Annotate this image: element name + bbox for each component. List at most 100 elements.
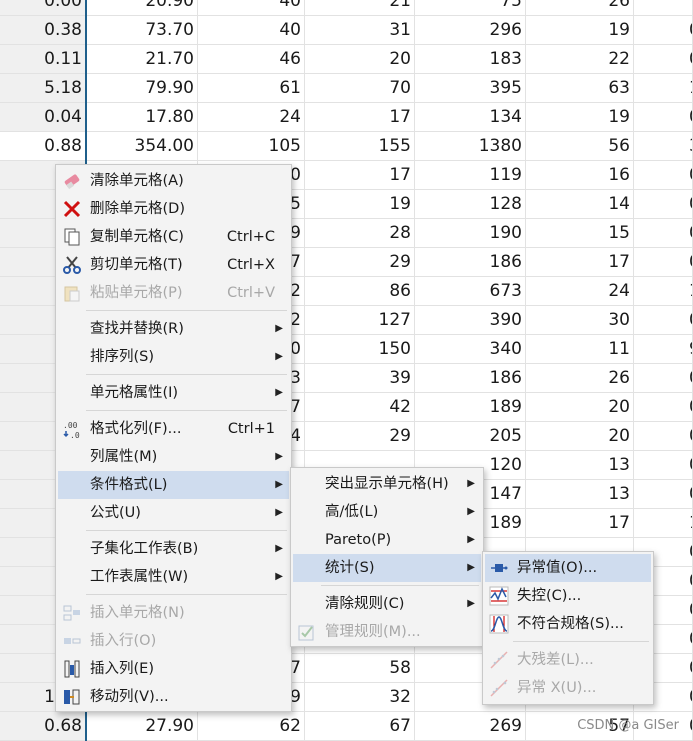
table-cell[interactable]: 119	[415, 161, 526, 190]
table-cell[interactable]: 26	[526, 0, 634, 16]
table-cell[interactable]: 75	[415, 0, 526, 16]
table-cell[interactable]: 340	[415, 335, 526, 364]
menu-item-delete-cell[interactable]: 删除单元格(D)	[58, 195, 289, 223]
table-cell[interactable]: 190	[415, 219, 526, 248]
table-cell[interactable]: 1380	[415, 132, 526, 161]
table-cell[interactable]: 79.90	[87, 74, 198, 103]
table-cell[interactable]: 31	[305, 16, 415, 45]
menu-item-high-low[interactable]: 高/低(L) ▶	[293, 498, 481, 526]
table-cell[interactable]: 42	[305, 393, 415, 422]
table-cell[interactable]: 40	[198, 0, 305, 16]
table-row[interactable]: 5.1879.906170395631	[0, 74, 693, 103]
table-cell[interactable]: 0.11	[0, 45, 86, 74]
menu-item-statistics[interactable]: 统计(S) ▶	[293, 554, 481, 582]
menu-item-column-properties[interactable]: 列属性(M) ▶	[58, 443, 289, 471]
menu-item-outliers[interactable]: 异常值(O)...	[485, 554, 651, 582]
menu-item-insert-column[interactable]: 插入列(E)	[58, 655, 289, 683]
table-row[interactable]: 0.88354.001051551380563	[0, 132, 693, 161]
table-cell[interactable]: 16	[526, 161, 634, 190]
table-cell[interactable]: 5.18	[0, 74, 86, 103]
table-cell[interactable]: 20	[305, 45, 415, 74]
table-row[interactable]: 0.0417.802417134190	[0, 103, 693, 132]
table-cell[interactable]: 0	[634, 45, 693, 74]
menu-item-conditional-format[interactable]: 条件格式(L) ▶	[58, 471, 289, 499]
table-cell[interactable]: 128	[415, 190, 526, 219]
table-cell[interactable]: 0.68	[0, 712, 86, 741]
table-cell[interactable]: 269	[415, 712, 526, 741]
table-cell[interactable]: 29	[305, 422, 415, 451]
table-cell[interactable]: 0.88	[0, 132, 86, 161]
table-cell[interactable]: 127	[305, 306, 415, 335]
table-cell[interactable]: 0	[634, 364, 693, 393]
menu-item-copy-cell[interactable]: 复制单元格(C) Ctrl+C	[58, 223, 289, 251]
table-cell[interactable]: 29	[305, 248, 415, 277]
table-cell[interactable]: 0	[634, 219, 693, 248]
table-cell[interactable]: 0	[634, 248, 693, 277]
table-cell[interactable]: 9	[634, 335, 693, 364]
table-cell[interactable]: 0	[634, 393, 693, 422]
menu-item-format-column[interactable]: .00.0 格式化列(F)... Ctrl+1	[58, 415, 289, 443]
table-cell[interactable]: 13	[526, 451, 634, 480]
menu-item-cut-cell[interactable]: 剪切单元格(T) Ctrl+X	[58, 251, 289, 279]
menu-item-find-replace[interactable]: 查找并替换(R) ▶	[58, 315, 289, 343]
table-cell[interactable]: 3	[634, 132, 693, 161]
table-cell[interactable]: 0	[634, 451, 693, 480]
table-cell[interactable]: 40	[198, 16, 305, 45]
table-cell[interactable]: 56	[526, 132, 634, 161]
menu-item-move-column[interactable]: 移动列(V)...	[58, 683, 289, 711]
table-cell[interactable]: 0	[634, 190, 693, 219]
table-cell[interactable]: 0	[634, 16, 693, 45]
table-cell[interactable]: 62	[198, 712, 305, 741]
table-cell[interactable]: 61	[198, 74, 305, 103]
table-cell[interactable]: 0	[634, 422, 693, 451]
table-cell[interactable]: 0	[634, 306, 693, 335]
table-cell[interactable]: 17	[305, 103, 415, 132]
table-cell[interactable]: 0.04	[0, 103, 86, 132]
menu-item-clear-cell[interactable]: 清除单元格(A)	[58, 167, 289, 195]
table-cell[interactable]: 183	[415, 45, 526, 74]
table-cell[interactable]: 155	[305, 132, 415, 161]
table-cell[interactable]: 24	[198, 103, 305, 132]
table-cell[interactable]: 24	[526, 277, 634, 306]
table-cell[interactable]: 189	[415, 393, 526, 422]
table-cell[interactable]: 19	[526, 103, 634, 132]
table-cell[interactable]: 11	[526, 335, 634, 364]
table-row[interactable]: 0.1121.704620183220	[0, 45, 693, 74]
table-row[interactable]: 0.3873.704031296190	[0, 16, 693, 45]
table-cell[interactable]: 17	[305, 161, 415, 190]
table-cell[interactable]: 0.00	[0, 0, 86, 16]
table-cell[interactable]: 39	[305, 364, 415, 393]
table-cell[interactable]: 21.70	[87, 45, 198, 74]
table-cell[interactable]: 1	[634, 74, 693, 103]
table-cell[interactable]: 20.90	[87, 0, 198, 16]
table-cell[interactable]: 0	[634, 161, 693, 190]
table-cell[interactable]: 70	[305, 74, 415, 103]
table-cell[interactable]: 134	[415, 103, 526, 132]
table-cell[interactable]: 32	[305, 683, 415, 712]
table-cell[interactable]: 20	[526, 422, 634, 451]
table-cell[interactable]: 186	[415, 248, 526, 277]
table-cell[interactable]: 296	[415, 16, 526, 45]
table-cell[interactable]: 390	[415, 306, 526, 335]
menu-item-cell-properties[interactable]: 单元格属性(I) ▶	[58, 379, 289, 407]
menu-item-subset-worksheet[interactable]: 子集化工作表(B) ▶	[58, 535, 289, 563]
table-row[interactable]: 0.00 20.90 40 21 75 26	[0, 0, 693, 16]
table-cell[interactable]: 673	[415, 277, 526, 306]
table-cell[interactable]: 19	[526, 16, 634, 45]
table-cell[interactable]: 15	[526, 219, 634, 248]
menu-item-clear-rules[interactable]: 清除规则(C) ▶	[293, 590, 481, 618]
table-cell[interactable]: 17.80	[87, 103, 198, 132]
table-cell[interactable]: 22	[526, 45, 634, 74]
table-cell[interactable]: 13	[526, 480, 634, 509]
table-cell[interactable]: 105	[198, 132, 305, 161]
menu-item-pareto[interactable]: Pareto(P) ▶	[293, 526, 481, 554]
table-cell[interactable]: 1	[634, 277, 693, 306]
table-cell[interactable]: 73.70	[87, 16, 198, 45]
table-cell[interactable]: 67	[305, 712, 415, 741]
table-cell[interactable]: 86	[305, 277, 415, 306]
table-cell[interactable]: 150	[305, 335, 415, 364]
table-cell[interactable]: 0	[634, 480, 693, 509]
menu-item-out-of-control[interactable]: 失控(C)...	[485, 582, 651, 610]
table-cell[interactable]: 21	[305, 0, 415, 16]
table-cell[interactable]	[634, 0, 693, 16]
